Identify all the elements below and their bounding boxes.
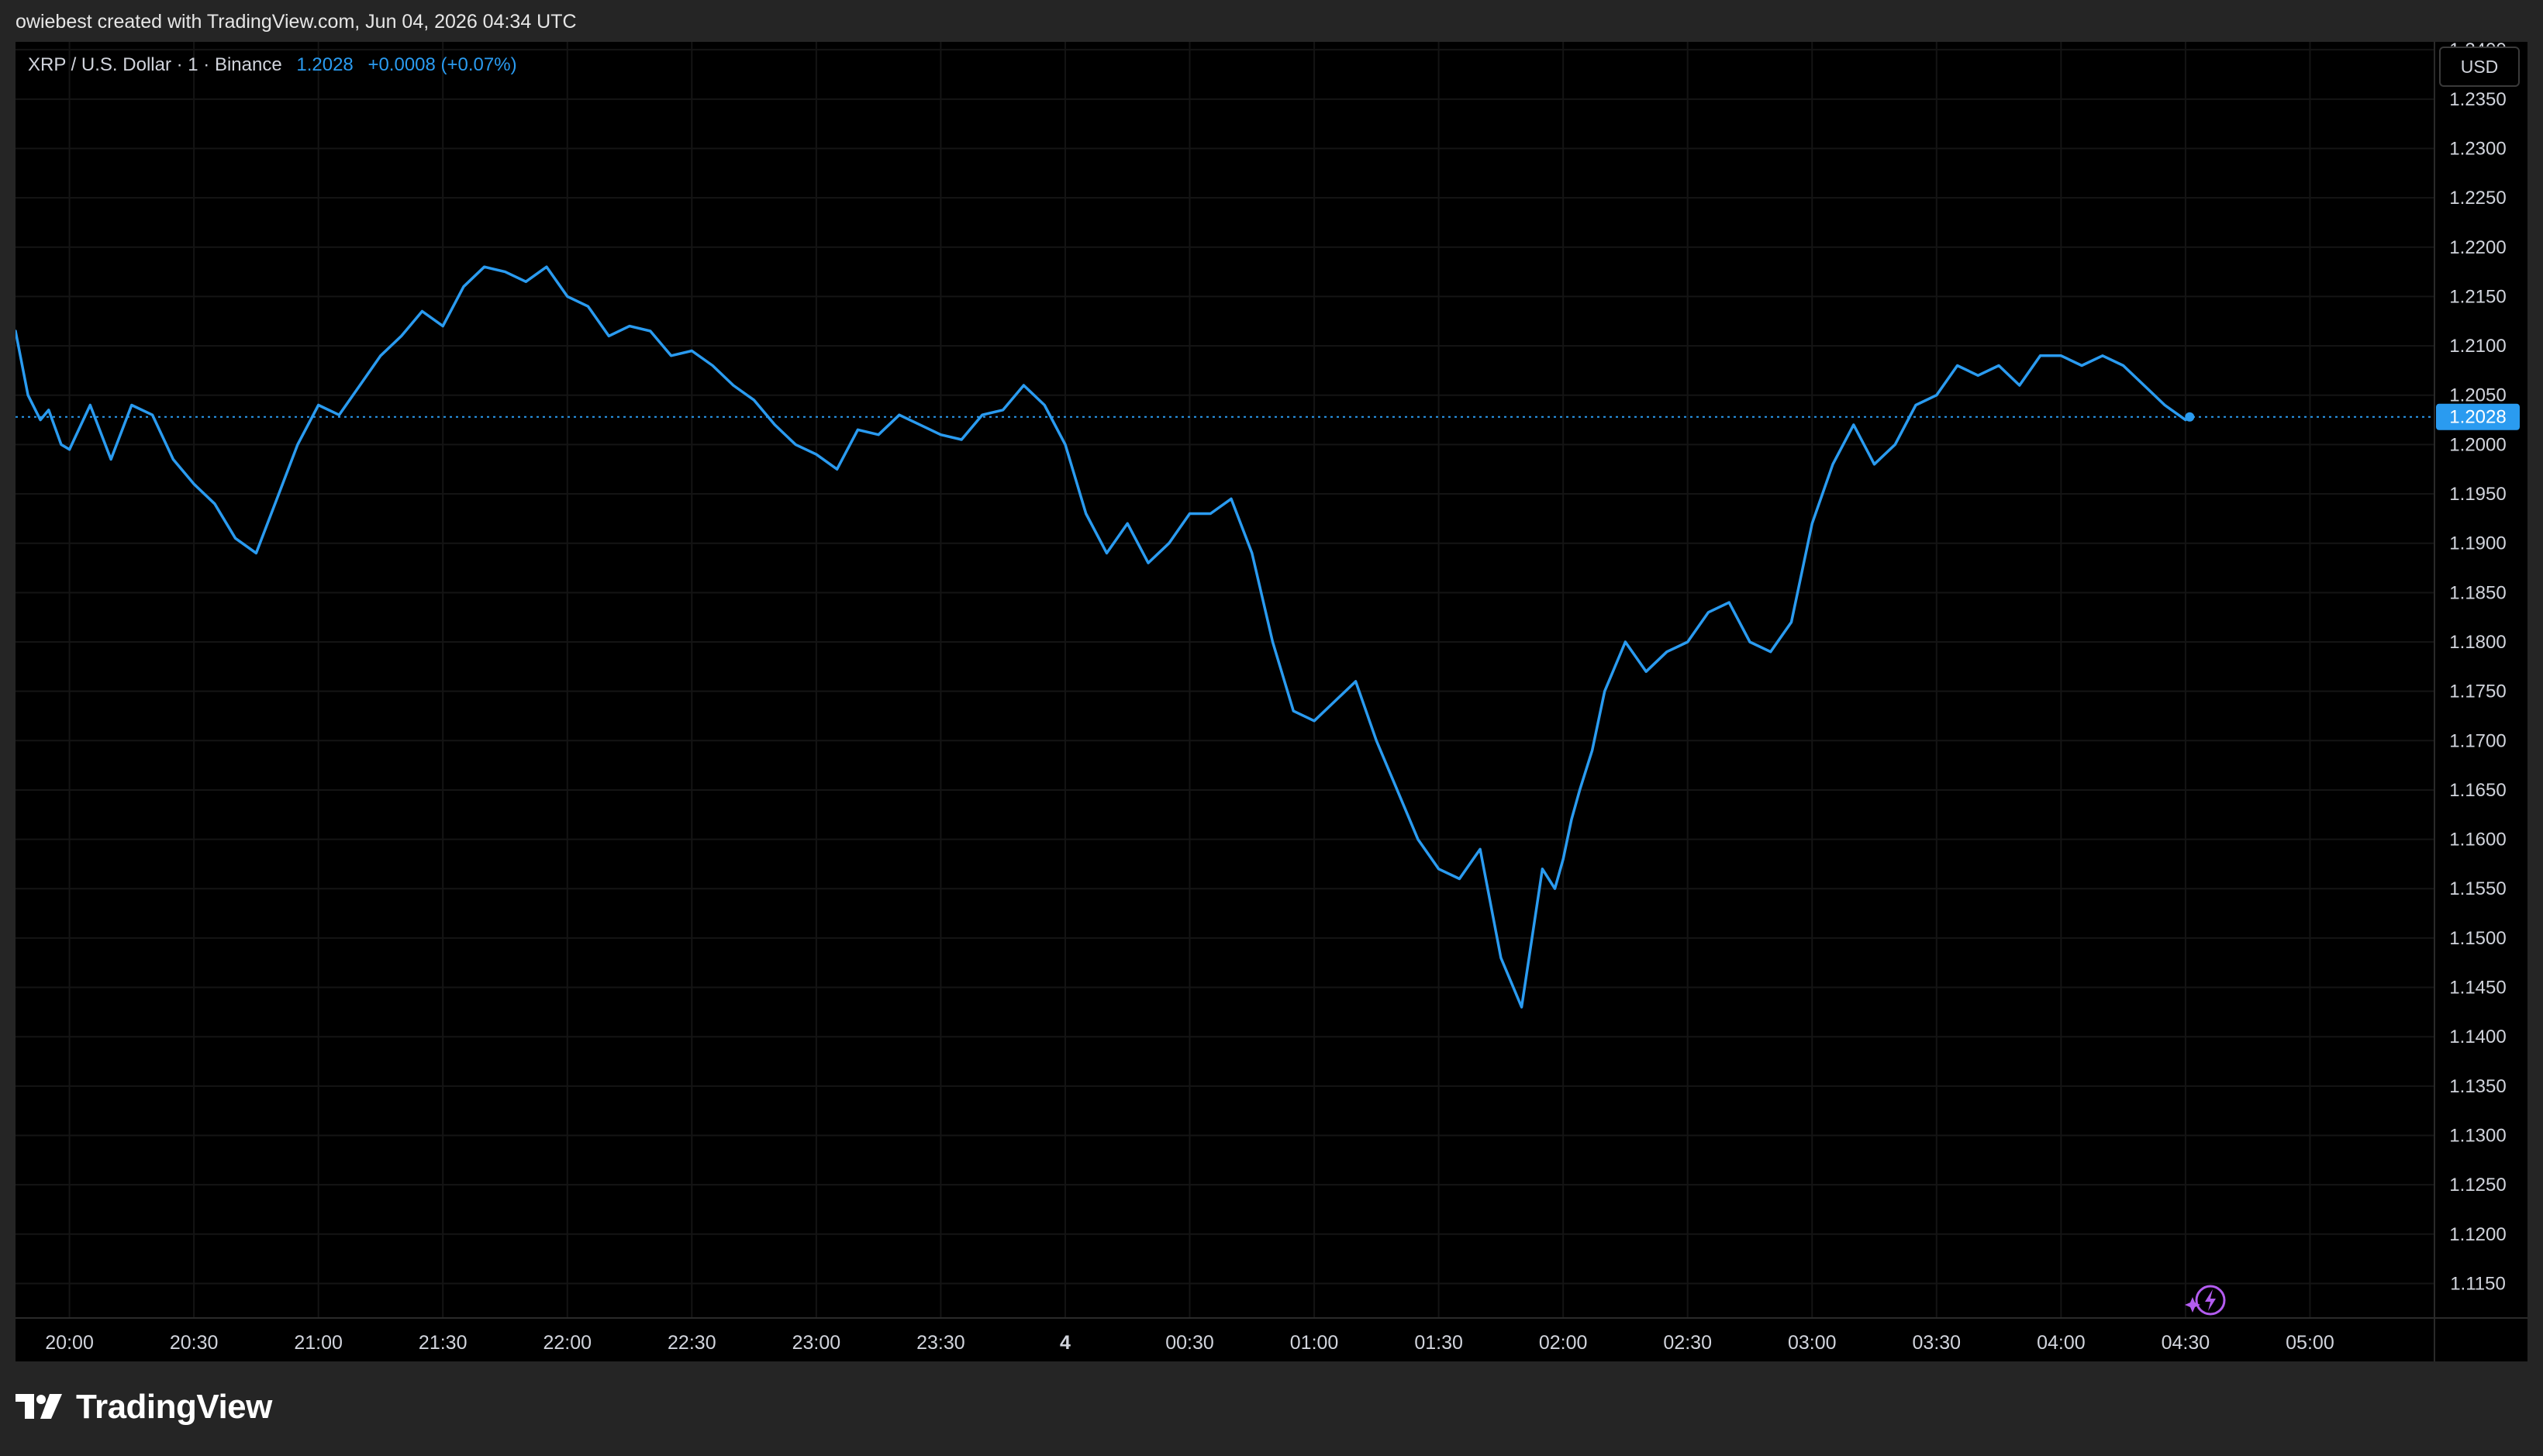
time-tick-label: 03:00 [1788, 1332, 1837, 1354]
price-tick-label: 1.1950 [2449, 484, 2506, 505]
price-tick-label: 1.1450 [2449, 978, 2506, 999]
price-tick-label: 1.1700 [2449, 730, 2506, 751]
price-tick-label: 1.1250 [2449, 1175, 2506, 1196]
symbol-title[interactable]: XRP / U.S. Dollar · 1 · Binance [28, 54, 282, 75]
time-tick-label: 02:00 [1539, 1332, 1588, 1354]
price-tick-label: 1.1650 [2449, 780, 2506, 801]
price-chart[interactable]: 1.1150 1.1200 1.1250 1.1300 1.1350 1.1400 1.14… [16, 42, 2527, 1361]
time-tick-label: 21:30 [419, 1332, 468, 1354]
price-tick-label: 1.1800 [2449, 632, 2506, 653]
price-tick-label: 1.1500 [2449, 928, 2506, 949]
time-tick-label: 01:30 [1414, 1332, 1463, 1354]
time-tick-label: 23:00 [792, 1332, 841, 1354]
last-price-value: 1.2028 [2449, 407, 2506, 428]
currency-button[interactable]: USD [2439, 47, 2520, 87]
price-tick-label: 1.1850 [2449, 582, 2506, 603]
time-tick-label: 23:30 [916, 1332, 965, 1354]
time-tick-label: 20:00 [45, 1332, 94, 1354]
time-tick-label: 05:00 [2286, 1332, 2334, 1354]
time-tick-label: 00:30 [1165, 1332, 1214, 1354]
symbol-change: +0.0008 (+0.07%) [367, 54, 517, 75]
price-tick-label: 1.2200 [2449, 237, 2506, 258]
price-axis[interactable]: 1.1150 1.1200 1.1250 1.1300 1.1350 1.1400 1.14… [2449, 42, 2506, 1294]
price-tick-label: 1.1750 [2449, 681, 2506, 702]
price-tick-label: 1.1350 [2449, 1076, 2506, 1097]
price-tick-label: 1.1150 [2450, 1273, 2506, 1294]
time-tick-label: 4 [1060, 1332, 1071, 1354]
price-tick-label: 1.2150 [2449, 286, 2506, 307]
price-tick-label: 1.2300 [2449, 138, 2506, 159]
symbol-legend[interactable]: XRP / U.S. Dollar · 1 · Binance 1.2028 +… [28, 54, 517, 76]
time-tick-label: 22:30 [668, 1332, 716, 1354]
price-tick-label: 1.1400 [2449, 1026, 2506, 1047]
time-tick-label: 01:00 [1290, 1332, 1339, 1354]
price-tick-label: 1.1300 [2449, 1125, 2506, 1146]
chart-area[interactable]: 1.1150 1.1200 1.1250 1.1300 1.1350 1.1400 1.14… [16, 42, 2527, 1361]
price-tick-label: 1.1900 [2449, 533, 2506, 554]
time-tick-label: 02:30 [1663, 1332, 1712, 1354]
time-tick-label: 04:30 [2162, 1332, 2210, 1354]
price-tick-label: 1.2250 [2449, 188, 2506, 209]
last-price-label: 1.2028 [2436, 403, 2520, 430]
tradingview-logo-icon [16, 1394, 62, 1419]
time-tick-label: 03:30 [1913, 1332, 1962, 1354]
tradingview-brand[interactable]: TradingView [16, 1388, 272, 1427]
time-tick-label: 21:00 [294, 1332, 343, 1354]
price-tick-label: 1.2350 [2449, 89, 2506, 110]
chart-attribution: owiebest created with TradingView.com, J… [16, 11, 577, 33]
price-tick-label: 1.2100 [2449, 336, 2506, 357]
price-tick-label: 1.1550 [2449, 878, 2506, 899]
price-tick-label: 1.1200 [2449, 1224, 2506, 1245]
price-tick-label: 1.1600 [2449, 830, 2506, 850]
price-tick-label: 1.2050 [2449, 385, 2506, 406]
time-tick-label: 04:00 [2037, 1332, 2086, 1354]
symbol-price: 1.2028 [296, 54, 354, 75]
time-tick-label: 22:00 [543, 1332, 592, 1354]
price-tick-label: 1.2000 [2449, 434, 2506, 455]
time-tick-label: 20:30 [170, 1332, 219, 1354]
brand-name: TradingView [76, 1388, 272, 1426]
last-price-marker [2185, 412, 2195, 422]
